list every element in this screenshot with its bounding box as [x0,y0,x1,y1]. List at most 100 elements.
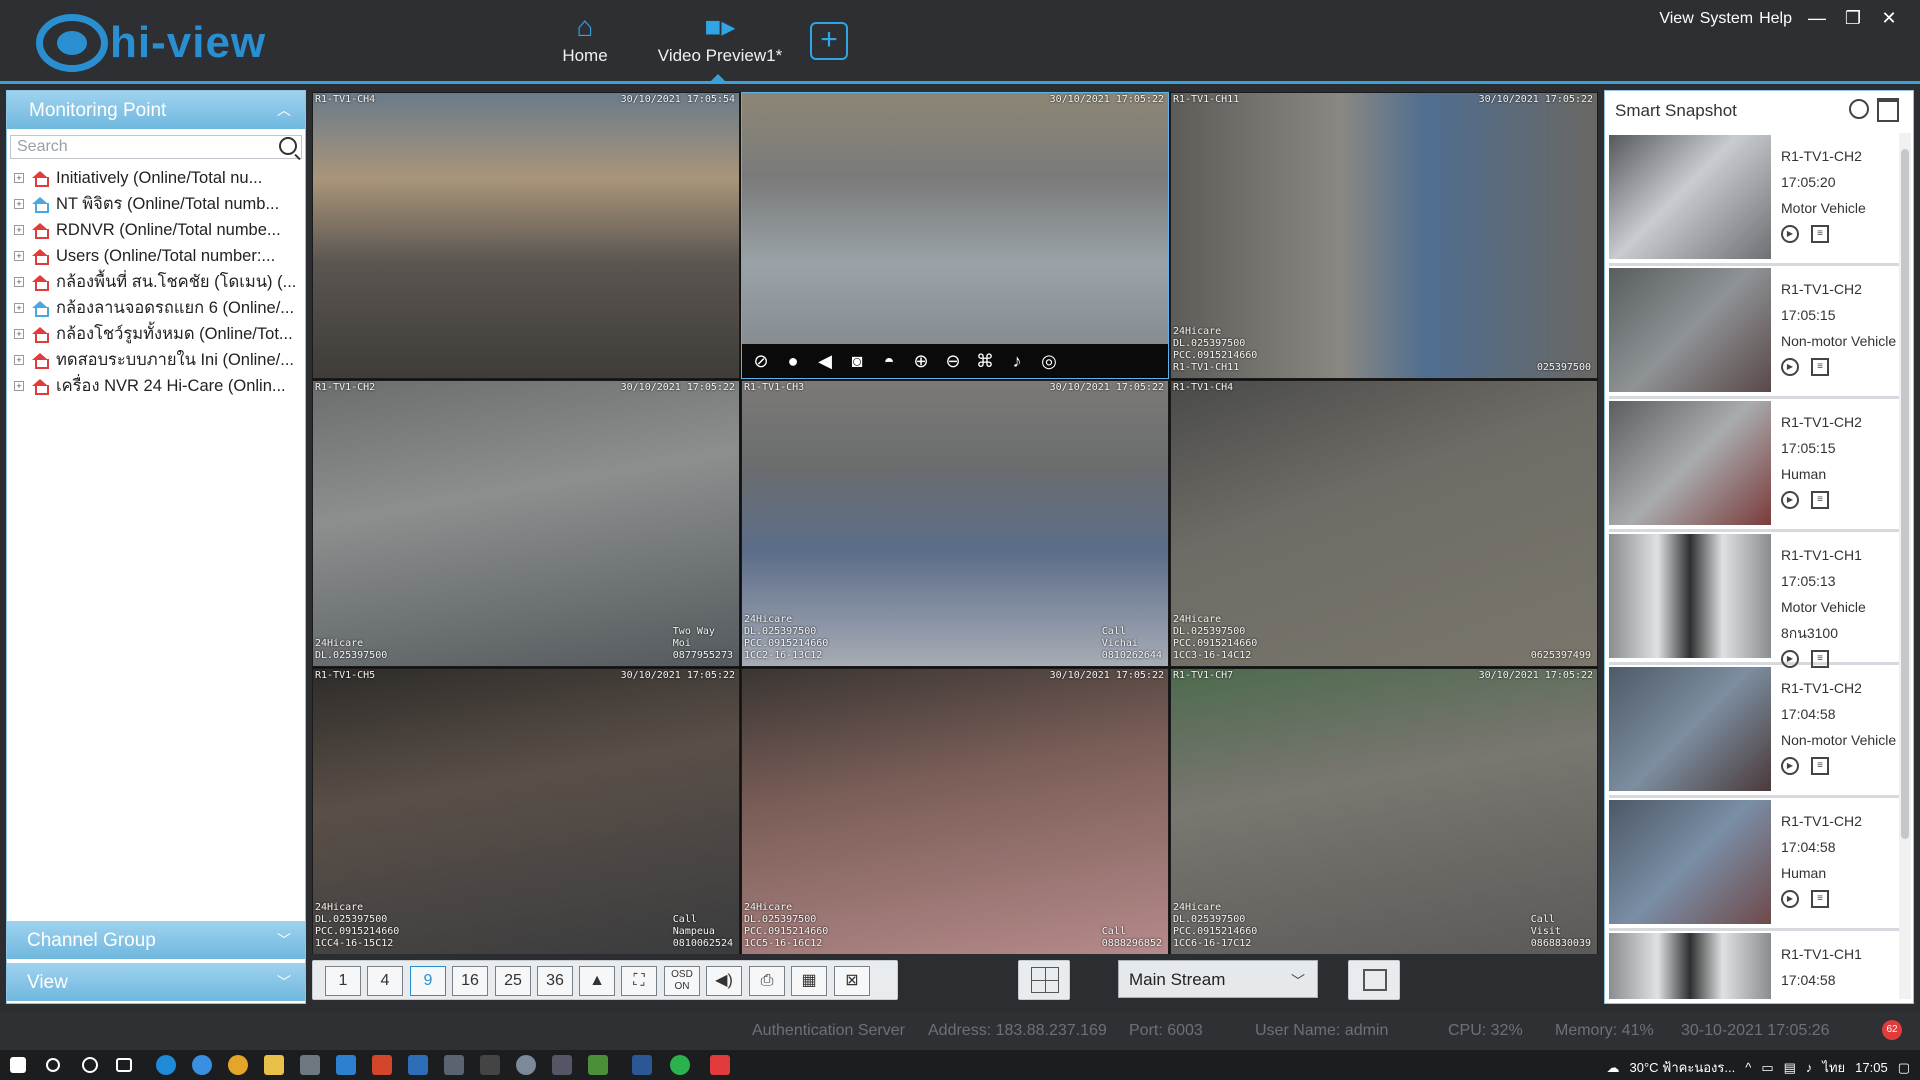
stitch-button[interactable]: ▦ [791,966,827,996]
expand-icon[interactable]: + [14,225,24,235]
snapshot-item[interactable]: R1-TV1-CH2 17:05:20 Motor Vehicle ▶ ≡ [1609,133,1899,266]
calculator-icon[interactable] [444,1055,464,1075]
sequence-button[interactable]: ▲ [579,966,615,996]
snapshot-item[interactable]: R1-TV1-CH2 17:05:15 Non-motor Vehicle ▶ ≡ [1609,266,1899,399]
stop-preview-icon[interactable]: ⊘ [748,348,774,374]
snapshot-icon[interactable]: ◙ [844,348,870,374]
camera-view[interactable]: R1-TV1-CH4 30/10/2021 17:05:54 [312,92,740,379]
ie-icon[interactable] [192,1055,212,1075]
line-icon[interactable] [670,1055,690,1075]
app-icon[interactable] [588,1055,608,1075]
edge-icon[interactable] [156,1055,176,1075]
stream-select[interactable]: Main Stream ﹀ [1118,960,1318,998]
camera-view[interactable]: R1-TV1-CH5 30/10/2021 17:05:22 24Hicare DL… [312,668,740,955]
chevron-up-icon[interactable]: ^ [1745,1060,1751,1075]
notification-icon[interactable]: ▢ [1898,1060,1910,1076]
app-icon[interactable] [408,1055,428,1075]
microphone-icon[interactable]: ♪ [1004,348,1030,374]
input-language[interactable]: ไทย [1822,1057,1845,1078]
custom-layout-button[interactable] [1018,960,1070,1000]
tree-item[interactable]: + ทดสอบระบบภายใน Ini (Online/... [7,347,305,373]
camera-view[interactable]: R1-TV1-CH2 30/10/2021 17:05:22 24Hicare DL… [312,380,740,667]
windows-start-icon[interactable] [10,1057,26,1073]
snapshot-item[interactable]: R1-TV1-CH2 17:05:15 Human ▶ ≡ [1609,399,1899,532]
location-icon[interactable]: ◎ [1036,348,1062,374]
details-icon[interactable]: ≡ [1811,358,1829,376]
play-icon[interactable]: ▶ [1781,491,1799,509]
snapshot-item[interactable]: R1-TV1-CH2 17:04:58 Non-motor Vehicle ▶ ≡ [1609,665,1899,798]
chrome-icon[interactable] [228,1055,248,1075]
layout-25-button[interactable]: 25 [495,966,531,996]
weather-text[interactable]: 30°C ฟ้าคะนองร... [1630,1057,1736,1078]
tree-item[interactable]: + เครื่อง NVR 24 Hi-Care (Onlin... [7,373,305,399]
details-icon[interactable]: ≡ [1811,890,1829,908]
network-icon[interactable]: ▤ [1784,1060,1796,1076]
snapshot-item[interactable]: R1-TV1-CH1 17:05:13 Motor Vehicle 8กน3100 ▶ ≡ [1609,532,1899,668]
trash-icon[interactable] [1877,98,1899,122]
file-explorer-icon[interactable] [264,1055,284,1075]
expand-icon[interactable]: + [14,329,24,339]
play-icon[interactable]: ▶ [1781,358,1799,376]
snapshot-scrollbar[interactable] [1899,133,1911,999]
layout-1-button[interactable]: 1 [325,966,361,996]
volume-icon[interactable]: ♪ [1806,1060,1813,1075]
app-icon[interactable] [552,1055,572,1075]
weather-icon[interactable]: ☁ [1607,1060,1620,1076]
expand-icon[interactable]: + [14,303,24,313]
scrollbar-thumb[interactable] [1901,149,1909,839]
layout-36-button[interactable]: 36 [537,966,573,996]
menu-view[interactable]: View [1659,10,1693,28]
audio-icon[interactable]: ◀ [812,348,838,374]
terminal-icon[interactable] [480,1055,500,1075]
audio-all-button[interactable]: ◀) [706,966,742,996]
camera-view[interactable]: 30/10/2021 17:05:22 24Hicare DL.025397500… [741,668,1169,955]
search-icon[interactable] [46,1058,60,1072]
layout-16-button[interactable]: 16 [452,966,488,996]
app-icon[interactable] [516,1055,536,1075]
expand-icon[interactable]: + [14,355,24,365]
hiview-taskbar-icon[interactable] [710,1055,730,1075]
layout-9-button[interactable]: 9 [410,966,446,996]
menu-help[interactable]: Help [1759,10,1792,28]
tree-item[interactable]: + กล้องโชว์รูมทั้งหมด (Online/Tot... [7,321,305,347]
office-icon[interactable] [372,1055,392,1075]
mail-icon[interactable] [336,1055,356,1075]
fullscreen-exit-button[interactable] [1348,960,1400,1000]
chevron-up-icon[interactable]: ︿ [277,100,291,120]
play-icon[interactable]: ▶ [1781,890,1799,908]
channel-group-header[interactable]: Channel Group ﹀ [7,921,305,959]
word-icon[interactable] [632,1055,652,1075]
menu-system[interactable]: System [1700,10,1753,28]
tree-item[interactable]: + กล้องลานจอดรถแยก 6 (Online/... [7,295,305,321]
close-button[interactable]: ✕ [1878,8,1900,29]
tree-item[interactable]: + RDNVR (Online/Total numbe... [7,217,305,243]
zoom-in-icon[interactable]: ⊕ [908,348,934,374]
snapshot-thumbnail[interactable] [1609,534,1771,658]
home-button[interactable]: ⌂ Home [555,12,615,66]
snapshot-thumbnail[interactable] [1609,401,1771,525]
play-icon[interactable]: ▶ [1781,225,1799,243]
details-icon[interactable]: ≡ [1811,491,1829,509]
expand-icon[interactable]: + [14,277,24,287]
minimize-button[interactable]: — [1806,8,1828,29]
view-header[interactable]: View ﹀ [7,963,305,1001]
search-input[interactable]: Search [10,135,302,159]
details-icon[interactable]: ≡ [1811,225,1829,243]
store-icon[interactable] [300,1055,320,1075]
osd-toggle-button[interactable]: OSD ON [664,966,700,996]
chevron-down-icon[interactable]: ﹀ [277,930,291,950]
tree-item[interactable]: + Users (Online/Total number:... [7,243,305,269]
maximize-button[interactable]: ❐ [1842,8,1864,29]
play-icon[interactable]: ▶ [1781,757,1799,775]
tree-item[interactable]: + NT พิจิตร (Online/Total numb... [7,191,305,217]
expand-icon[interactable]: + [14,381,24,391]
tree-item[interactable]: + กล้องพื้นที่ สน.โชคชัย (โดเมน) (... [7,269,305,295]
chevron-down-icon[interactable]: ﹀ [277,972,291,992]
tree-item[interactable]: + Initiatively (Online/Total nu... [7,165,305,191]
fullscreen-button[interactable]: ⛶ [621,966,657,996]
snapshot-item[interactable]: R1-TV1-CH117:04:58Motor Vehicle▶≡ [1609,931,1899,999]
layout-4-button[interactable]: 4 [367,966,403,996]
camera-view[interactable]: R1-TV1-CH7 30/10/2021 17:05:22 24Hicare DL… [1170,668,1598,955]
camera-view[interactable]: R1-TV1-CH3 30/10/2021 17:05:22 24Hicare DL… [741,380,1169,667]
battery-icon[interactable]: ▭ [1761,1060,1773,1076]
